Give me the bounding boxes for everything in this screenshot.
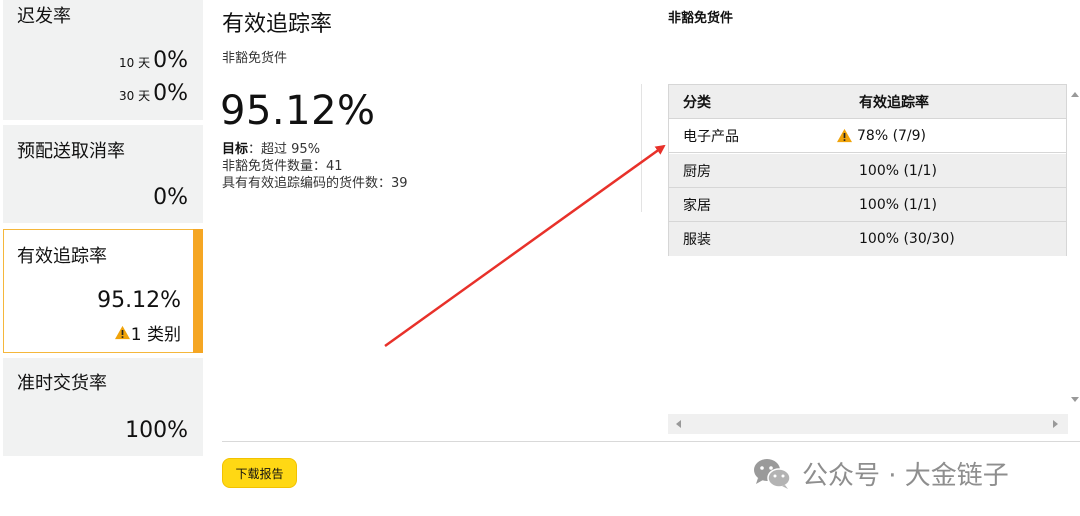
header-category: 分类: [683, 94, 711, 111]
scroll-up-icon[interactable]: [1071, 92, 1079, 97]
warning-icon: [114, 325, 130, 340]
warning-text: 1 类别: [130, 325, 181, 345]
table-title: 非豁免货件: [668, 11, 734, 26]
nonexempt-count: 非豁免货件数量：41: [222, 159, 343, 174]
target-label: 目标: [222, 142, 249, 157]
target-line: 目标：超过 95%: [222, 141, 408, 158]
metric-card-precancel[interactable]: 预配送取消率 0%: [3, 125, 203, 223]
panel-divider: [641, 84, 642, 212]
target-value: ：超过 95%: [248, 142, 321, 157]
row-category: 服装: [683, 232, 711, 248]
row-category: 电子产品: [683, 128, 739, 145]
late-30day-value: 0%: [153, 81, 188, 106]
card-value: 95.12%: [97, 288, 181, 313]
metric-card-on-time[interactable]: 准时交货率 100%: [3, 358, 203, 456]
row-rate: 100% (30/30): [859, 231, 955, 247]
scroll-down-icon[interactable]: [1071, 397, 1079, 402]
row-category: 家居: [683, 197, 711, 214]
download-report-button[interactable]: 下载报告: [222, 458, 297, 488]
vertical-scrollbar[interactable]: [1068, 84, 1080, 414]
watermark-text: 公众号 · 大金链子: [802, 461, 1009, 491]
card-title: 预配送取消率: [17, 141, 125, 162]
late-10day-label: 10 天: [119, 56, 151, 70]
page-subtitle: 非豁免货件: [222, 51, 288, 66]
card-warning: 1 类别: [114, 320, 181, 345]
warning-icon: [837, 128, 852, 143]
scroll-left-icon[interactable]: [676, 420, 681, 428]
card-title: 有效追踪率: [17, 246, 107, 267]
late-30day-label: 30 天: [119, 89, 151, 103]
row-rate-text: 78% (7/9): [857, 127, 927, 144]
page-title: 有效追踪率: [222, 12, 333, 37]
stats-block: 目标：超过 95% 非豁免货件数量：41 具有有效追踪编码的货件数：39: [222, 141, 408, 192]
footer-divider: [222, 441, 1080, 442]
category-table: 分类 有效追踪率 电子产品 78% (7/9) 厨房 100% (1/1) 家居…: [668, 84, 1067, 256]
watermark: 公众号 · 大金链子: [752, 455, 1009, 492]
wechat-icon: [754, 458, 791, 489]
header-rate: 有效追踪率: [859, 94, 929, 111]
row-category: 厨房: [683, 163, 711, 180]
card-value: 0%: [153, 185, 188, 210]
table-row[interactable]: 家居 100% (1/1): [669, 188, 1066, 222]
scroll-right-icon[interactable]: [1053, 420, 1058, 428]
annotation-arrow-line: [384, 144, 666, 348]
late-10day-row: 10 天 0%: [119, 48, 188, 73]
table-row[interactable]: 电子产品 78% (7/9): [669, 119, 1066, 153]
metric-card-late-dispatch[interactable]: 迟发率 10 天 0% 30 天 0%: [3, 0, 203, 120]
row-rate: 78% (7/9): [836, 128, 926, 144]
card-value: 100%: [125, 418, 188, 443]
tracked-count: 具有有效追踪编码的货件数：39: [222, 176, 408, 191]
row-rate: 100% (1/1): [859, 162, 937, 179]
metric-card-valid-tracking[interactable]: 有效追踪率 95.12% 1 类别: [3, 229, 193, 353]
card-title: 迟发率: [17, 6, 71, 27]
tracking-rate-value: 95.12%: [220, 88, 376, 134]
horizontal-scrollbar[interactable]: [668, 414, 1068, 434]
late-30day-row: 30 天 0%: [119, 81, 188, 106]
table-row[interactable]: 服装 100% (30/30): [669, 222, 1066, 256]
table-row[interactable]: 厨房 100% (1/1): [669, 154, 1066, 188]
late-10day-value: 0%: [153, 48, 188, 73]
active-indicator: [193, 229, 203, 353]
card-title: 准时交货率: [17, 373, 107, 394]
table-header: 分类 有效追踪率: [669, 85, 1066, 119]
row-rate: 100% (1/1): [859, 196, 937, 213]
